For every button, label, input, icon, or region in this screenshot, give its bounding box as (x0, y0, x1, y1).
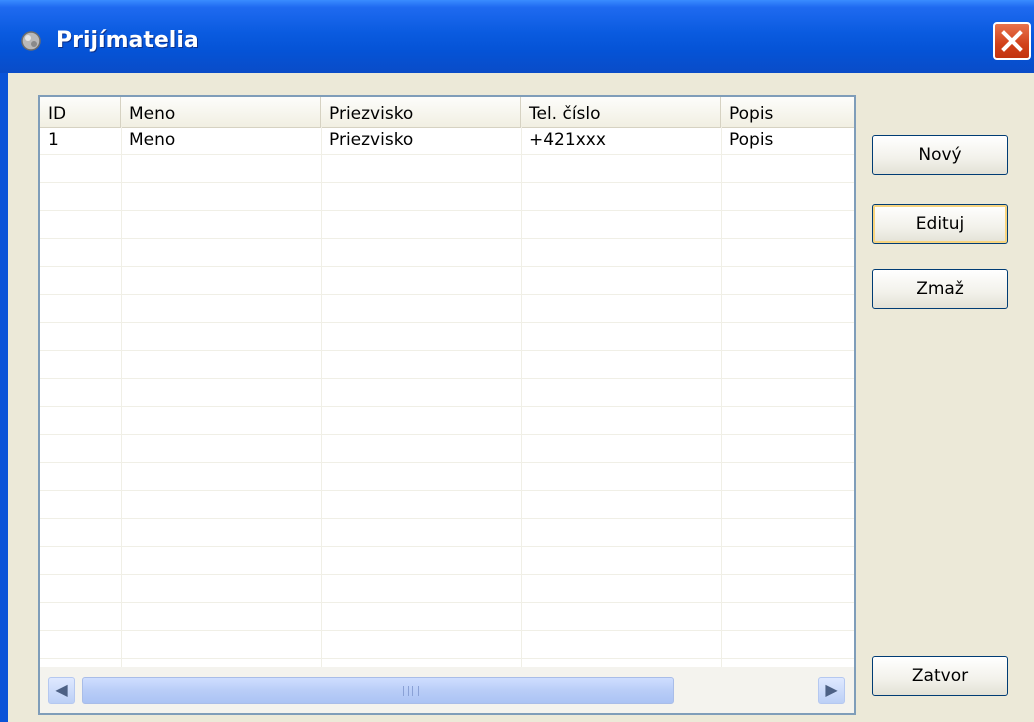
column-divider (321, 127, 322, 667)
column-header-tel[interactable]: Tel. číslo (521, 97, 721, 127)
empty-row (40, 463, 854, 491)
empty-row (40, 295, 854, 323)
column-header-meno[interactable]: Meno (121, 97, 321, 127)
empty-row (40, 183, 854, 211)
column-header-popis[interactable]: Popis (721, 97, 854, 127)
cell-id: 1 (48, 130, 59, 150)
dialog-window: Prijímatelia ID Meno Priezvisko Tel. čís… (0, 0, 1034, 722)
empty-row (40, 519, 854, 547)
title-bar[interactable]: Prijímatelia (0, 0, 1034, 73)
column-header-priezvisko[interactable]: Priezvisko (321, 97, 521, 127)
window-title: Prijímatelia (56, 28, 199, 53)
column-divider (521, 127, 522, 667)
recipients-list[interactable]: ID Meno Priezvisko Tel. číslo Popis 1 Me… (38, 95, 856, 715)
table-row[interactable]: 1 Meno Priezvisko +421xxx Popis (40, 127, 854, 155)
cell-meno: Meno (129, 130, 176, 150)
new-button[interactable]: Nový (872, 135, 1008, 175)
close-window-button[interactable] (993, 22, 1031, 60)
empty-row (40, 547, 854, 575)
chevron-left-icon: ◀ (55, 680, 68, 699)
cell-popis: Popis (729, 130, 774, 150)
empty-row (40, 631, 854, 659)
empty-row (40, 323, 854, 351)
empty-row (40, 155, 854, 183)
empty-row (40, 239, 854, 267)
grip-icon (403, 686, 419, 696)
horizontal-scrollbar[interactable]: ◀ ▶ (40, 667, 854, 713)
empty-row (40, 603, 854, 631)
column-divider (121, 127, 122, 667)
scroll-thumb[interactable] (82, 677, 674, 704)
app-icon (21, 31, 41, 51)
close-button[interactable]: Zatvor (872, 656, 1008, 696)
empty-row (40, 407, 854, 435)
chevron-right-icon: ▶ (825, 680, 838, 699)
scroll-left-button[interactable]: ◀ (48, 677, 75, 704)
cell-priezvisko: Priezvisko (329, 130, 414, 150)
cell-tel: +421xxx (529, 130, 606, 150)
empty-row (40, 575, 854, 603)
close-icon (1001, 30, 1023, 52)
edit-button[interactable]: Edituj (872, 204, 1008, 244)
delete-button[interactable]: Zmaž (872, 269, 1008, 309)
empty-row (40, 267, 854, 295)
empty-row (40, 491, 854, 519)
empty-row (40, 211, 854, 239)
empty-row (40, 379, 854, 407)
column-divider (721, 127, 722, 667)
empty-row (40, 351, 854, 379)
list-header: ID Meno Priezvisko Tel. číslo Popis (40, 97, 854, 128)
dialog-body: ID Meno Priezvisko Tel. číslo Popis 1 Me… (8, 73, 1034, 722)
empty-row (40, 435, 854, 463)
column-header-id[interactable]: ID (40, 97, 121, 127)
scroll-right-button[interactable]: ▶ (818, 677, 845, 704)
